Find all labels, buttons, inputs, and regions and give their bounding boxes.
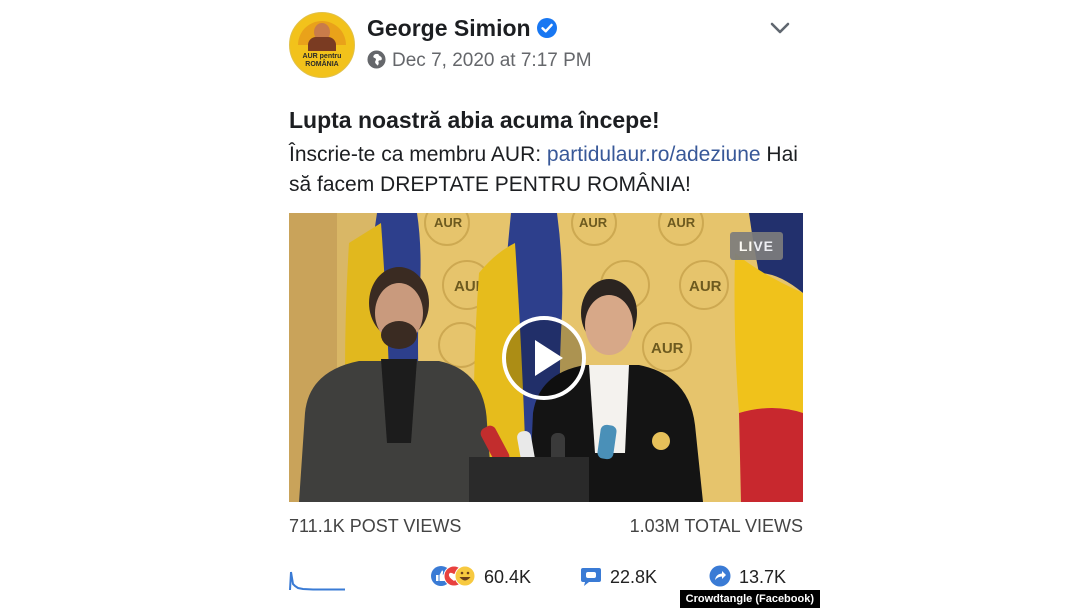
post-timestamp[interactable]: Dec 7, 2020 at 7:17 PM <box>392 50 592 71</box>
video-player[interactable]: AUR AUR AUR AUR AUR AUR LIVE <box>289 213 803 502</box>
post-meta: Dec 7, 2020 at 7:17 PM <box>367 50 592 72</box>
comments-count: 22.8K <box>610 567 658 587</box>
reactions-count: 60.4K <box>484 567 532 587</box>
reactions-count-group[interactable]: 60.4K <box>430 565 531 588</box>
image-credit: Crowdtangle (Facebook) <box>679 590 820 608</box>
signup-link[interactable]: partidulaur.ro/adeziune <box>547 143 761 166</box>
total-views: 1.03M TOTAL VIEWS <box>629 516 803 536</box>
author-line: George Simion <box>367 15 557 42</box>
author-name[interactable]: George Simion <box>367 15 531 41</box>
post-headline: Lupta noastră abia acuma începe! <box>289 107 660 133</box>
backdrop-logo-5: AUR <box>689 278 722 295</box>
backdrop-logo-6: AUR <box>651 340 684 357</box>
play-icon[interactable] <box>501 315 587 401</box>
post-body-prefix: Înscrie-te ca membru AUR: <box>289 143 547 166</box>
avatar-logo-text: AUR pentru ROMÂNIA <box>302 53 342 68</box>
avatar[interactable]: AUR pentru ROMÂNIA <box>289 12 355 78</box>
comments-count-group[interactable]: 22.8K <box>580 565 657 588</box>
globe-icon <box>367 50 386 69</box>
facebook-post: AUR pentru ROMÂNIA George Simion Dec 7, … <box>289 0 803 608</box>
backdrop-logo-2: AUR <box>579 215 608 230</box>
comment-icon <box>581 568 601 586</box>
backdrop-logo-3: AUR <box>667 215 696 230</box>
views-sparkline <box>289 571 345 591</box>
shares-count-group[interactable]: 13.7K <box>709 565 786 588</box>
share-icon <box>709 565 731 587</box>
shares-count: 13.7K <box>739 567 787 587</box>
avatar-figure-body <box>308 37 336 51</box>
chevron-down-icon[interactable] <box>769 20 791 36</box>
like-love-haha-icon <box>431 565 476 587</box>
verified-badge-icon <box>536 18 557 38</box>
post-views: 711.1K POST VIEWS <box>289 516 462 536</box>
live-badge: LIVE <box>729 232 783 260</box>
post-body: Înscrie-te ca membru AUR: partidulaur.ro… <box>289 140 803 200</box>
backdrop-logo-1: AUR <box>434 215 463 230</box>
